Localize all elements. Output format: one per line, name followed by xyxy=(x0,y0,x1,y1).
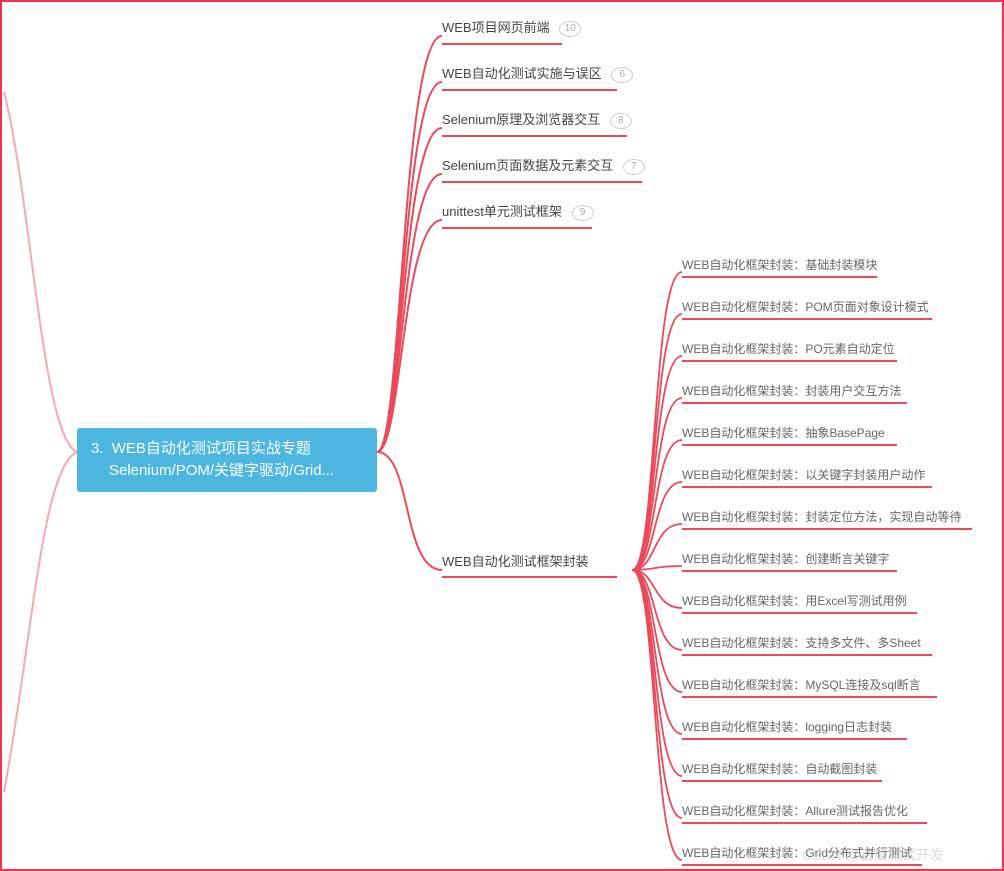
root-line1: WEB自动化测试项目实战专题 xyxy=(112,440,311,457)
level2-label: WEB自动化框架封装：自动截图封装 xyxy=(682,762,877,776)
level1-label: WEB自动化测试实施与误区 xyxy=(442,66,602,81)
node-underline xyxy=(442,227,592,229)
level2-node-10[interactable]: WEB自动化框架封装：MySQL连接及sql断言 xyxy=(682,678,982,692)
node-underline xyxy=(682,402,907,404)
count-badge: 7 xyxy=(623,159,645,175)
level2-node-14[interactable]: WEB自动化框架封装：Grid分布式并行测试 xyxy=(682,846,982,860)
level1-node-3[interactable]: Selenium页面数据及元素交互 7 xyxy=(442,158,702,175)
root-number: 3. xyxy=(91,438,104,460)
node-underline xyxy=(442,43,562,45)
node-underline xyxy=(682,738,907,740)
level2-label: WEB自动化框架封装：封装定位方法，实现自动等待 xyxy=(682,510,961,524)
level2-node-9[interactable]: WEB自动化框架封装：支持多文件、多Sheet xyxy=(682,636,982,650)
node-underline xyxy=(442,89,617,91)
level2-node-11[interactable]: WEB自动化框架封装：logging日志封装 xyxy=(682,720,982,734)
level2-node-7[interactable]: WEB自动化框架封装：创建断言关键字 xyxy=(682,552,982,566)
node-underline xyxy=(682,570,897,572)
node-underline xyxy=(442,181,642,183)
level1-node-1[interactable]: WEB自动化测试实施与误区 6 xyxy=(442,66,682,83)
level1-node-4[interactable]: unittest单元测试框架 9 xyxy=(442,204,642,221)
node-underline xyxy=(442,135,627,137)
level2-label: WEB自动化框架封装：Allure测试报告优化 xyxy=(682,804,908,818)
node-underline xyxy=(682,318,932,320)
level2-label: WEB自动化框架封装：支持多文件、多Sheet xyxy=(682,636,921,650)
count-badge: 8 xyxy=(610,113,632,129)
node-underline xyxy=(442,576,617,578)
node-underline xyxy=(682,444,897,446)
count-badge: 9 xyxy=(572,205,594,221)
level2-label: WEB自动化框架封装：封装用户交互方法 xyxy=(682,384,901,398)
level2-label: WEB自动化框架封装：logging日志封装 xyxy=(682,720,892,734)
mindmap-canvas: 3. WEB自动化测试项目实战专题 Selenium/POM/关键字驱动/Gri… xyxy=(0,0,1004,871)
level2-label: WEB自动化框架封装：基础封装模块 xyxy=(682,258,877,272)
level1-label: WEB项目网页前端 xyxy=(442,20,550,35)
count-badge: 6 xyxy=(611,67,633,83)
level2-node-2[interactable]: WEB自动化框架封装：PO元素自动定位 xyxy=(682,342,982,356)
level1-node-5[interactable]: WEB自动化测试框架封装 xyxy=(442,554,632,570)
level2-label: WEB自动化框架封装：创建断言关键字 xyxy=(682,552,889,566)
level2-node-6[interactable]: WEB自动化框架封装：封装定位方法，实现自动等待 xyxy=(682,510,1002,524)
level1-label: Selenium原理及浏览器交互 xyxy=(442,112,600,127)
level2-label: WEB自动化框架封装：用Excel写测试用例 xyxy=(682,594,907,608)
node-underline xyxy=(682,780,882,782)
node-underline xyxy=(682,822,927,824)
level2-label: WEB自动化框架封装：PO元素自动定位 xyxy=(682,342,895,356)
level2-node-0[interactable]: WEB自动化框架封装：基础封装模块 xyxy=(682,258,982,272)
level1-node-0[interactable]: WEB项目网页前端 10 xyxy=(442,20,642,37)
level2-label: WEB自动化框架封装：MySQL连接及sql断言 xyxy=(682,678,921,692)
level2-node-13[interactable]: WEB自动化框架封装：Allure测试报告优化 xyxy=(682,804,982,818)
level1-label: Selenium页面数据及元素交互 xyxy=(442,158,613,173)
level1-label: unittest单元测试框架 xyxy=(442,204,562,219)
root-line2: Selenium/POM/关键字驱动/Grid... xyxy=(109,462,334,479)
node-underline xyxy=(682,528,972,530)
level2-node-1[interactable]: WEB自动化框架封装：POM页面对象设计模式 xyxy=(682,300,982,314)
root-node[interactable]: 3. WEB自动化测试项目实战专题 Selenium/POM/关键字驱动/Gri… xyxy=(77,428,377,492)
node-underline xyxy=(682,696,937,698)
node-underline xyxy=(682,486,932,488)
level2-node-3[interactable]: WEB自动化框架封装：封装用户交互方法 xyxy=(682,384,982,398)
level2-node-12[interactable]: WEB自动化框架封装：自动截图封装 xyxy=(682,762,982,776)
node-underline xyxy=(682,612,917,614)
level2-label: WEB自动化框架封装：POM页面对象设计模式 xyxy=(682,300,929,314)
node-underline xyxy=(682,360,897,362)
level2-label: WEB自动化框架封装：抽象BasePage xyxy=(682,426,885,440)
node-underline xyxy=(682,654,932,656)
level2-label: WEB自动化框架封装：Grid分布式并行测试 xyxy=(682,846,912,860)
count-badge: 10 xyxy=(559,21,581,37)
node-underline xyxy=(682,276,877,278)
level1-label: WEB自动化测试框架封装 xyxy=(442,554,589,569)
level2-node-8[interactable]: WEB自动化框架封装：用Excel写测试用例 xyxy=(682,594,982,608)
level2-label: WEB自动化框架封装：以关键字封装用户动作 xyxy=(682,468,925,482)
node-underline xyxy=(682,864,922,866)
level2-node-5[interactable]: WEB自动化框架封装：以关键字封装用户动作 xyxy=(682,468,982,482)
level1-node-2[interactable]: Selenium原理及浏览器交互 8 xyxy=(442,112,692,129)
level2-node-4[interactable]: WEB自动化框架封装：抽象BasePage xyxy=(682,426,982,440)
